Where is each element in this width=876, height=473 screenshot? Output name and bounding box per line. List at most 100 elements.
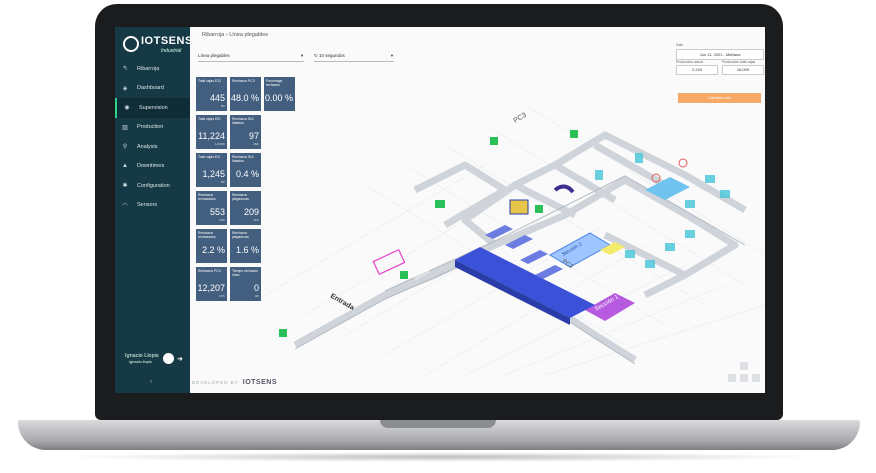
sidebar-item-analysis[interactable]: ⚲ Analysis bbox=[115, 137, 190, 157]
line-select-value: Línea plegables bbox=[198, 53, 230, 58]
date-picker[interactable]: Jun 11, 2021 - Mañana bbox=[676, 49, 764, 60]
kpi-label: Rechazos rechazados bbox=[198, 193, 216, 201]
kpi-label: Total cajas E/S bbox=[198, 117, 221, 121]
sidebar-nav: ↰ Ribarroja ◈ Dashboard ◉ Supervision ▥ … bbox=[115, 59, 190, 215]
kpi-value: 0.4 % bbox=[235, 169, 259, 179]
kpi-rate: 8/h bbox=[220, 180, 225, 184]
kpi-rate: 11/h bbox=[253, 218, 259, 222]
wifi-icon: ◠ bbox=[122, 202, 128, 209]
kpi-tile: Rechazos S/A Ilatados 0.4 % bbox=[230, 153, 261, 187]
robot-arm bbox=[553, 184, 575, 194]
kpi-tile: Total cajas E/S 11,224 1,000/h bbox=[196, 115, 227, 149]
kpi-tile: Rechazos PC4 12,207 67/h bbox=[196, 267, 227, 301]
sidebar-item-downtimes[interactable]: ▲ Downtimes bbox=[115, 157, 190, 177]
plant-diagram: Sección 1 Sección 2 PC3 PC2 Entrada Sali… bbox=[265, 104, 765, 375]
kpi-tile: Rechazos plegadoras 1.6 % bbox=[230, 229, 261, 263]
entry-robot bbox=[372, 248, 406, 276]
kpi-tile: Total cajas E12 445 8/h bbox=[196, 77, 227, 111]
back-arrow-icon: ↰ bbox=[122, 66, 128, 73]
kpi-value: 553 bbox=[209, 207, 225, 217]
kpi-value: 1,245 bbox=[202, 169, 225, 179]
kpi-label: Rechazos plegadoras bbox=[232, 193, 249, 201]
logo: IOTSENS Industrial bbox=[123, 33, 192, 59]
sidebar-item-ribarroja[interactable]: ↰ Ribarroja bbox=[115, 59, 190, 79]
nav-down-button[interactable] bbox=[740, 374, 748, 382]
alert-marker[interactable] bbox=[678, 158, 688, 168]
sidebar-item-label: Dashboard bbox=[137, 85, 164, 92]
sidebar-item-label: Supervision bbox=[139, 104, 168, 111]
palletizer-robot bbox=[509, 199, 529, 215]
sidebar-item-sensors[interactable]: ◠ Sensors bbox=[115, 196, 190, 216]
footer-brand: IOTSENS bbox=[242, 379, 277, 386]
sidebar-item-dashboard[interactable]: ◈ Dashboard bbox=[115, 79, 190, 99]
logo-brand: IOTSENS bbox=[141, 35, 193, 47]
logout-icon[interactable]: ➜ bbox=[177, 355, 183, 363]
warning-icon: ▲ bbox=[122, 163, 128, 170]
kpi-value: 48.0 % bbox=[230, 93, 259, 103]
sidebar-item-label: Analysis bbox=[137, 143, 158, 150]
kpi-rate: 1,000/h bbox=[214, 142, 225, 146]
kpi-tile: Total cajas E/4 1,245 8/h bbox=[196, 153, 227, 187]
kpi-rate: 12/h bbox=[219, 218, 225, 222]
kpi-label: Tiempo rechazos línea bbox=[232, 269, 258, 277]
kpi-value: 11,224 bbox=[198, 131, 225, 141]
nav-up-button[interactable] bbox=[740, 362, 748, 370]
sidebar: IOTSENS Industrial ↰ Ribarroja ◈ Dashboa… bbox=[115, 27, 192, 393]
kpi-rate: 8/h bbox=[220, 104, 225, 108]
sidebar-item-production[interactable]: ▥ Production bbox=[115, 118, 190, 138]
logo-icon bbox=[123, 36, 139, 52]
logo-subtitle: Industrial bbox=[161, 48, 182, 54]
kpi-label: Rechazos PC3 bbox=[232, 79, 255, 83]
production-total-value: 18,009 bbox=[722, 65, 764, 75]
avatar[interactable] bbox=[163, 353, 174, 364]
dashboard-icon: ◈ bbox=[122, 85, 128, 92]
kpi-tile: Rechazos plegadoras 209 11/h bbox=[230, 191, 261, 225]
sidebar-item-configuration[interactable]: ✱ Configuration bbox=[115, 176, 190, 196]
production-value: 2,243 bbox=[676, 65, 718, 75]
user-info: Ignacio Llopis ignacio.llopis bbox=[125, 353, 159, 364]
nav-right-button[interactable] bbox=[752, 374, 760, 382]
laptop-screen: IOTSENS Industrial ↰ Ribarroja ◈ Dashboa… bbox=[115, 27, 765, 393]
kpi-label: Total cajas E12 bbox=[198, 79, 221, 83]
sidebar-item-label: Production bbox=[137, 124, 164, 131]
conveyors bbox=[293, 131, 747, 363]
search-icon: ⚲ bbox=[122, 144, 128, 151]
kpi-value: 445 bbox=[209, 93, 225, 103]
kpi-tile: Rechazos rechazados 553 12/h bbox=[196, 191, 227, 225]
kpi-value: 2.2 % bbox=[201, 245, 225, 255]
pc3-label: PC3 bbox=[513, 112, 528, 125]
kpi-value: 12,207 bbox=[197, 283, 225, 293]
refresh-select-value: 10 segundos bbox=[319, 53, 345, 58]
refresh-select[interactable]: ↻ 10 segundos ▼ bbox=[314, 51, 394, 62]
laptop-notch bbox=[380, 420, 496, 428]
footer: DEVELOPED BY IOTSENS bbox=[192, 379, 277, 386]
kpi-label: Rechazos S/A Ilatados bbox=[232, 155, 254, 163]
gear-icon: ✱ bbox=[122, 183, 128, 190]
sidebar-item-label: Ribarroja bbox=[137, 65, 160, 72]
production-label: Producción actual bbox=[676, 60, 703, 64]
kpi-value: 0 bbox=[253, 283, 259, 293]
kpi-label: Rechazos PC4 bbox=[198, 269, 221, 273]
main-content: Ribarroja › Línea plegables Línea plegab… bbox=[190, 27, 765, 393]
kpi-rate: 0/h bbox=[254, 294, 259, 298]
kpi-label: Rechazos rechazados bbox=[198, 231, 216, 239]
laptop-shadow bbox=[60, 452, 820, 462]
kpi-rate: 67/h bbox=[219, 294, 225, 298]
date-label: Date bbox=[676, 43, 684, 47]
sidebar-item-supervision[interactable]: ◉ Supervision bbox=[115, 98, 190, 118]
bar-chart-icon: ▥ bbox=[122, 124, 128, 131]
developed-by-label: DEVELOPED BY bbox=[192, 380, 239, 385]
user-login: ignacio.llopis bbox=[129, 359, 152, 364]
sidebar-item-label: Downtimes bbox=[137, 163, 165, 170]
kpi-label: Total cajas E/4 bbox=[198, 155, 221, 159]
eye-icon: ◉ bbox=[124, 105, 130, 112]
line-select[interactable]: Línea plegables ▼ bbox=[198, 51, 304, 62]
collapse-sidebar-button[interactable]: ‹ bbox=[150, 379, 152, 385]
entrada-label: Entrada bbox=[329, 293, 355, 312]
nav-left-button[interactable] bbox=[728, 374, 736, 382]
sidebar-item-label: Sensors bbox=[137, 202, 158, 209]
breadcrumb: Ribarroja › Línea plegables bbox=[202, 32, 269, 38]
sidebar-item-label: Configuration bbox=[137, 182, 170, 189]
kpi-tile: Rechazos S/A Ilatados 97 26/h bbox=[230, 115, 261, 149]
kpi-value: 97 bbox=[248, 131, 259, 141]
